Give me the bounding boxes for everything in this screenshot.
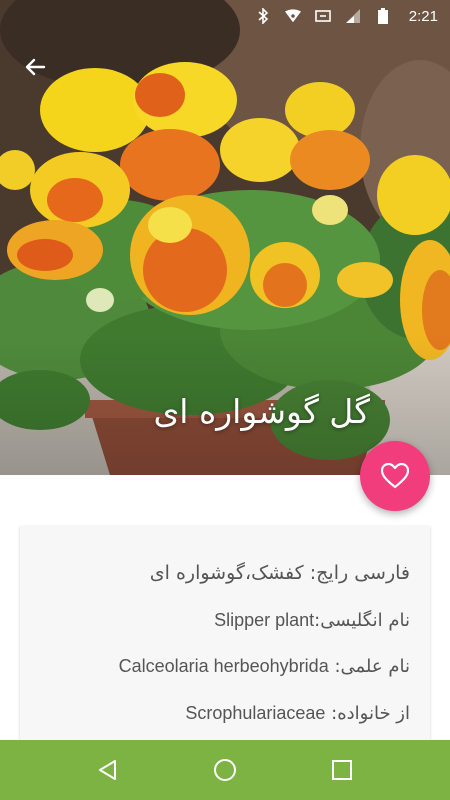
back-triangle-icon [99, 760, 117, 780]
nav-home-button[interactable] [202, 747, 248, 793]
bluetooth-icon [255, 8, 271, 24]
battery-icon [375, 8, 391, 24]
scientific-name-row: نام علمی: Calceolaria herbeohybrida [119, 656, 410, 677]
wifi-icon [284, 8, 301, 24]
favorite-button[interactable] [360, 441, 430, 511]
heart-outline-icon [381, 463, 409, 489]
signal-icon [345, 8, 361, 24]
family-row: از خانواده: Scrophulariaceae [185, 703, 410, 724]
home-circle-icon [213, 759, 236, 781]
english-name-value: Slipper plant [214, 610, 315, 630]
english-name-label: نام انگلیسی: [314, 610, 410, 631]
sync-icon [314, 8, 331, 24]
status-bar: 2:21 [0, 0, 450, 32]
arrow-back-icon [25, 58, 46, 76]
plant-title: گل گوشواره ای [153, 392, 370, 431]
family-label: از خانواده: [331, 703, 410, 724]
recents-square-icon [331, 760, 352, 780]
persian-common-name: فارسی رایج: کفشک،گوشواره ای [149, 562, 410, 584]
back-button[interactable] [18, 50, 52, 84]
system-navigation-bar [0, 740, 450, 800]
scientific-name-label: نام علمی: [334, 656, 410, 677]
nav-back-button[interactable] [85, 747, 131, 793]
scientific-name-value: Calceolaria herbeohybrida [118, 656, 329, 676]
plant-info-card: فارسی رایج: کفشک،گوشواره ای نام انگلیسی:… [20, 526, 430, 756]
nav-recents-button[interactable] [319, 747, 365, 793]
status-time: 2:21 [408, 7, 438, 25]
family-value: Scrophulariaceae [185, 703, 326, 723]
plant-detail-screen: 2:21 گل گوشواره ای فارسی رایج: کفشک،گوشو… [0, 0, 450, 800]
english-name-row: نام انگلیسی:Slipper plant [214, 610, 410, 631]
